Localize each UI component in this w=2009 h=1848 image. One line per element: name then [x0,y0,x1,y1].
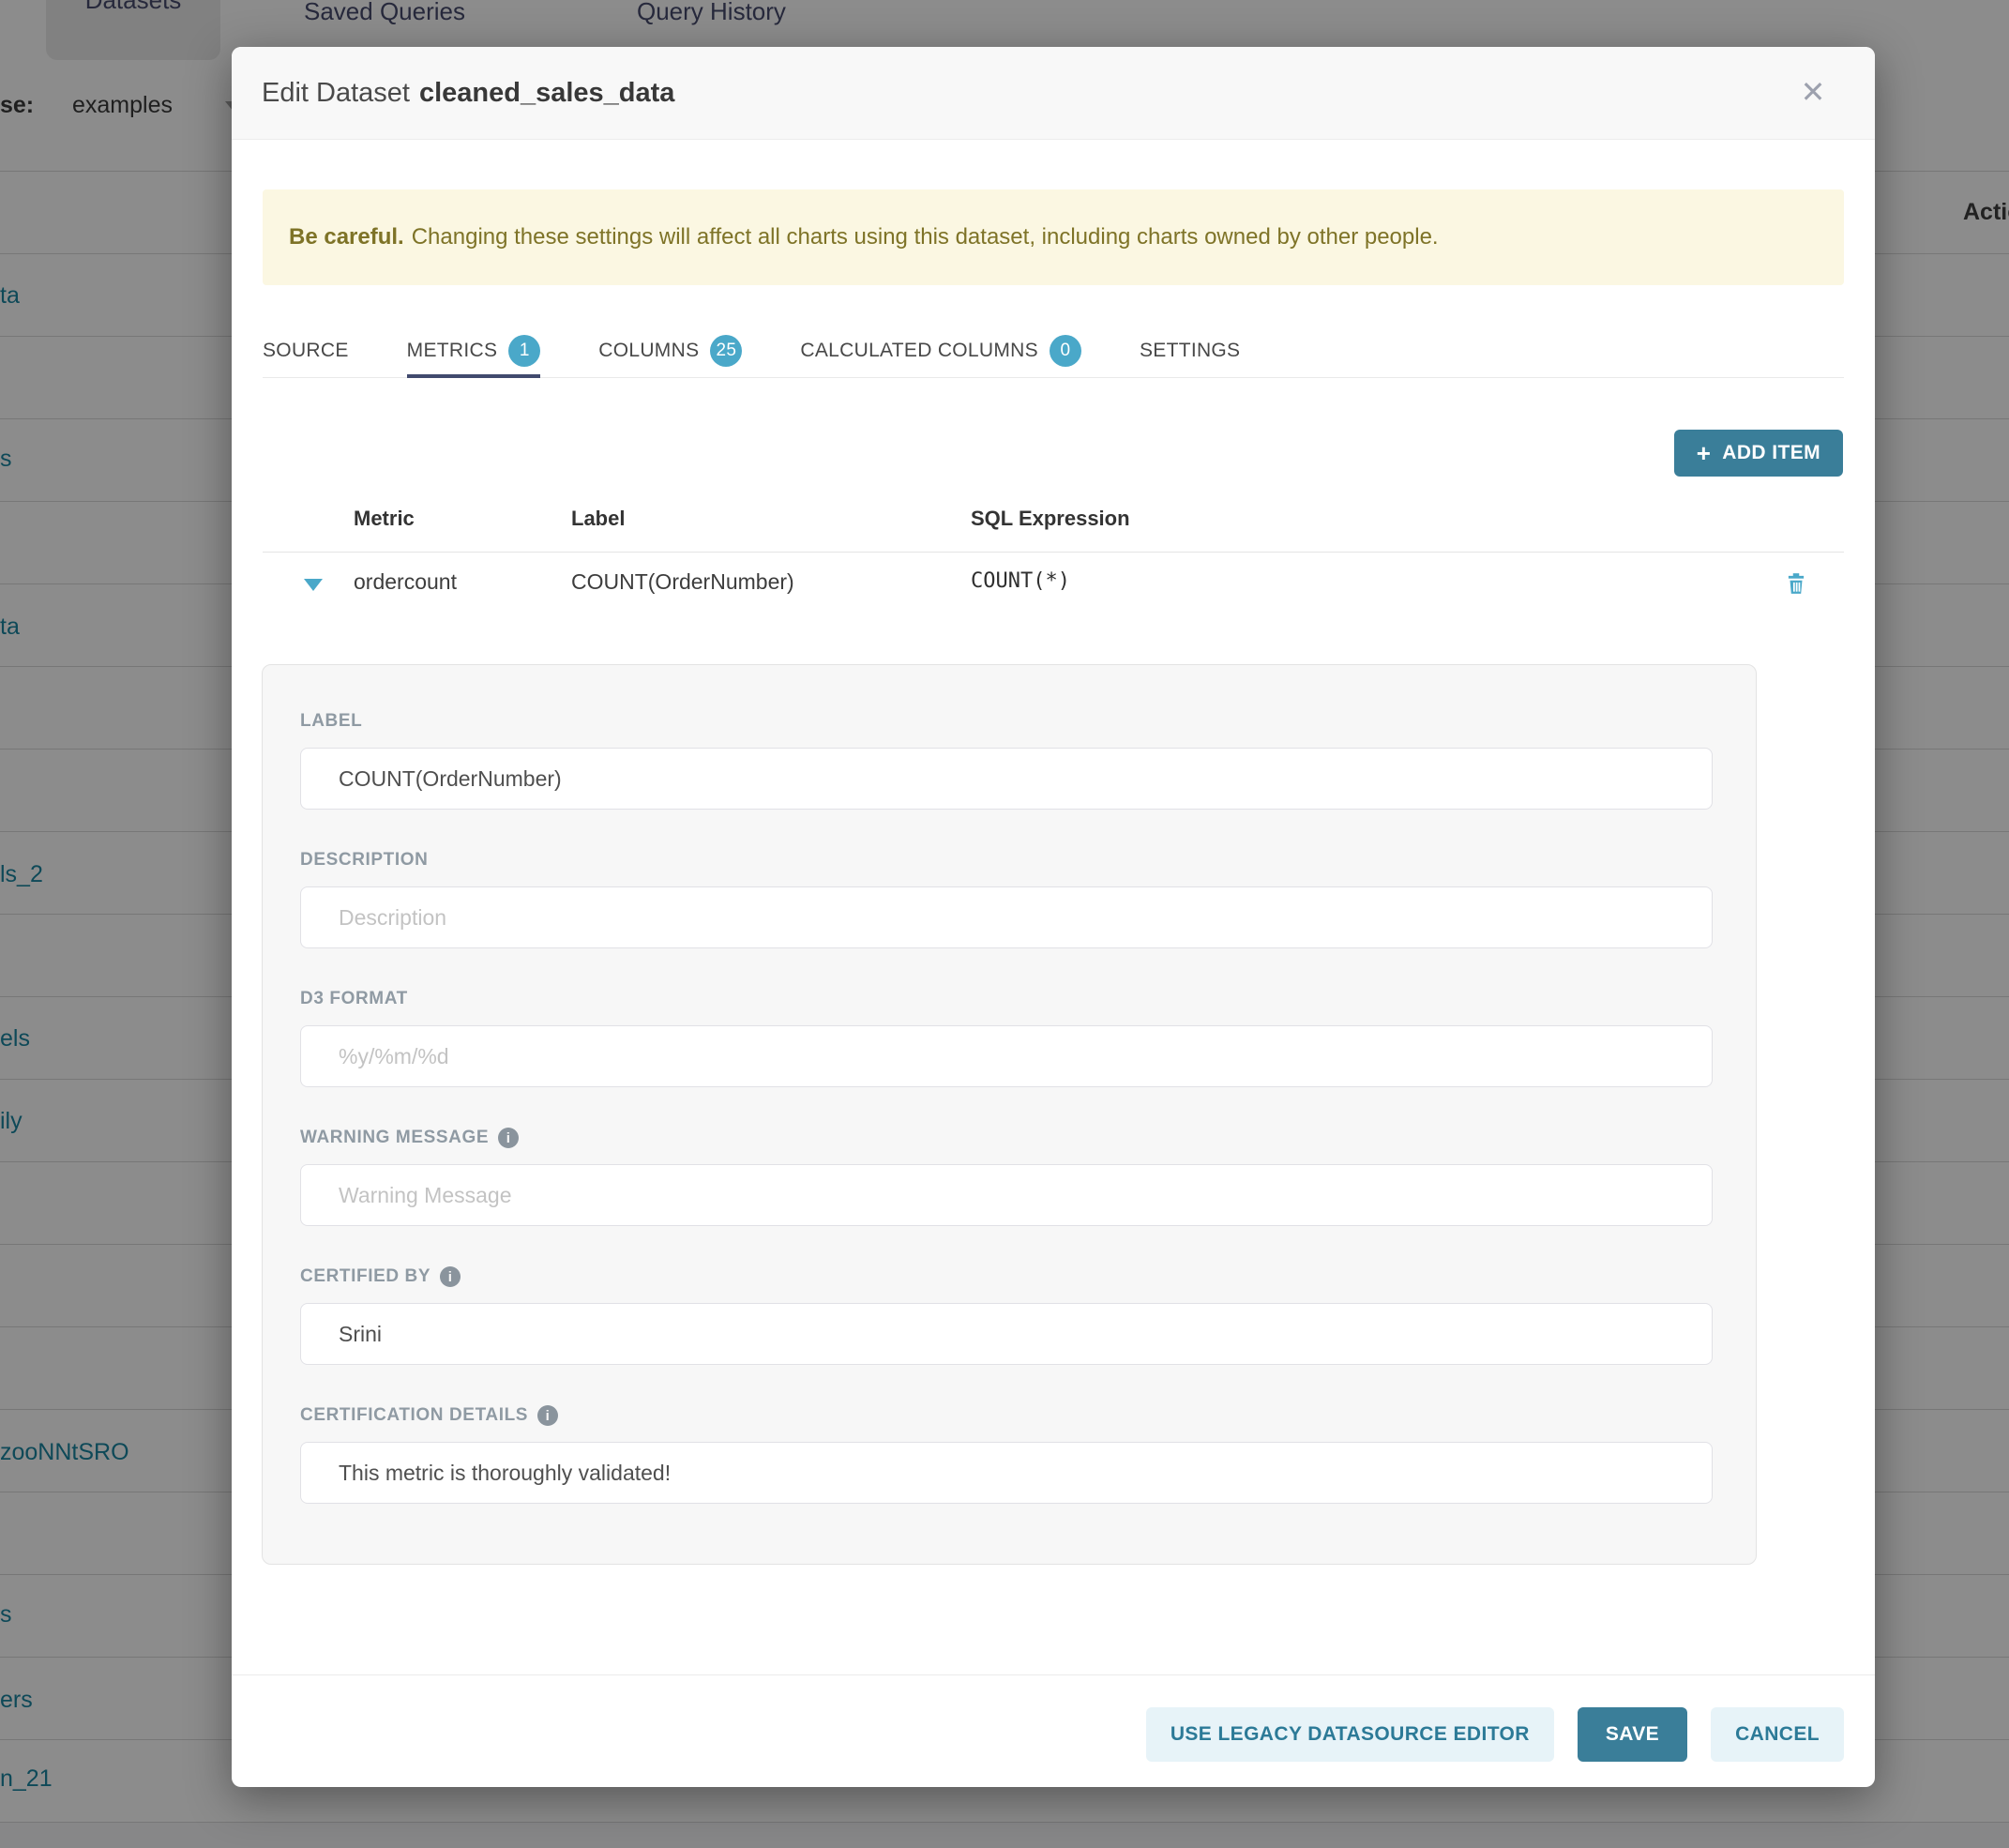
warning-message-input[interactable] [300,1164,1713,1226]
tab-settings-label: SETTINGS [1140,340,1240,362]
save-button[interactable]: SAVE [1578,1707,1687,1762]
field-certified-by-text: CERTIFIED BY [300,1266,430,1287]
modal-title: Edit Dataset cleaned_sales_data [262,47,674,139]
modal-header: Edit Dataset cleaned_sales_data ✕ [232,47,1875,140]
field-d3-format-text: D3 FORMAT [300,989,408,1009]
field-certification-details-text: CERTIFICATION DETAILS [300,1405,528,1426]
tab-source[interactable]: SOURCE [263,325,349,377]
metric-name: ordercount [354,569,457,595]
tab-metrics-label: METRICS [407,340,498,362]
footer-divider [232,1674,1875,1675]
field-d3-format: D3 FORMAT [300,988,1713,1087]
field-label-text: LABEL [300,711,362,732]
column-header-metric: Metric [354,507,415,531]
tab-columns-badge: 25 [710,335,742,367]
modal-title-prefix: Edit Dataset [262,78,410,109]
metric-label: COUNT(OrderNumber) [571,569,794,595]
cancel-button[interactable]: CANCEL [1711,1707,1844,1762]
d3-format-input[interactable] [300,1025,1713,1087]
modal-tabs: SOURCE METRICS 1 COLUMNS 25 CALCULATED C… [263,325,1844,378]
field-warning-message: WARNING MESSAGE i [300,1127,1713,1226]
info-icon[interactable]: i [498,1128,519,1148]
edit-dataset-modal: Edit Dataset cleaned_sales_data ✕ Be car… [232,47,1875,1787]
tab-calculated-columns-badge: 0 [1050,335,1081,367]
certified-by-input[interactable] [300,1303,1713,1365]
field-certification-details-caption: CERTIFICATION DETAILS i [300,1404,1713,1427]
metric-sql-expression: COUNT(*) [971,569,1070,593]
add-item-button[interactable]: + ADD ITEM [1674,430,1843,477]
column-header-sql: SQL Expression [971,507,1130,531]
collapse-caret-icon[interactable] [304,579,323,591]
metrics-table-header: Metric Label SQL Expression [263,495,1844,553]
tab-columns-label: COLUMNS [598,340,699,362]
field-d3-format-caption: D3 FORMAT [300,988,1713,1010]
screen: Datasets Saved Queries Query History se:… [0,0,2009,1848]
warning-banner-text: Changing these settings will affect all … [412,224,1439,250]
field-certified-by: CERTIFIED BY i [300,1265,1713,1365]
use-legacy-datasource-editor-button[interactable]: USE LEGACY DATASOURCE EDITOR [1146,1707,1554,1762]
plus-icon: + [1697,441,1712,465]
field-description: DESCRIPTION [300,849,1713,948]
certification-details-input[interactable] [300,1442,1713,1504]
field-warning-message-text: WARNING MESSAGE [300,1128,489,1148]
metric-table-row: ordercount COUNT(OrderNumber) COUNT(*) [263,558,1844,613]
warning-banner-bold: Be careful. [289,224,404,250]
tab-calculated-columns[interactable]: CALCULATED COLUMNS 0 [800,325,1081,377]
label-input[interactable] [300,748,1713,810]
column-header-label: Label [571,507,625,531]
tab-columns[interactable]: COLUMNS 25 [598,325,742,377]
tab-metrics[interactable]: METRICS 1 [407,325,541,377]
info-icon[interactable]: i [440,1266,461,1287]
field-description-caption: DESCRIPTION [300,849,1713,871]
tab-settings[interactable]: SETTINGS [1140,325,1240,377]
modal-footer: USE LEGACY DATASOURCE EDITOR SAVE CANCEL [1146,1707,1844,1762]
tab-calculated-columns-label: CALCULATED COLUMNS [800,340,1038,362]
close-icon[interactable]: ✕ [1792,71,1834,113]
field-label: LABEL [300,710,1713,810]
description-input[interactable] [300,886,1713,948]
field-warning-message-caption: WARNING MESSAGE i [300,1127,1713,1149]
modal-dataset-name: cleaned_sales_data [419,78,674,109]
tab-source-label: SOURCE [263,340,349,362]
metric-detail-panel: LABEL DESCRIPTION D3 FORMAT WARNING MESS… [262,664,1757,1565]
info-icon[interactable]: i [537,1405,558,1426]
field-certified-by-caption: CERTIFIED BY i [300,1265,1713,1288]
field-label-caption: LABEL [300,710,1713,733]
add-item-label: ADD ITEM [1722,442,1820,464]
field-certification-details: CERTIFICATION DETAILS i [300,1404,1713,1504]
warning-banner: Be careful. Changing these settings will… [263,189,1844,285]
tab-metrics-badge: 1 [508,335,540,367]
field-description-text: DESCRIPTION [300,850,428,871]
trash-icon[interactable] [1784,571,1808,596]
